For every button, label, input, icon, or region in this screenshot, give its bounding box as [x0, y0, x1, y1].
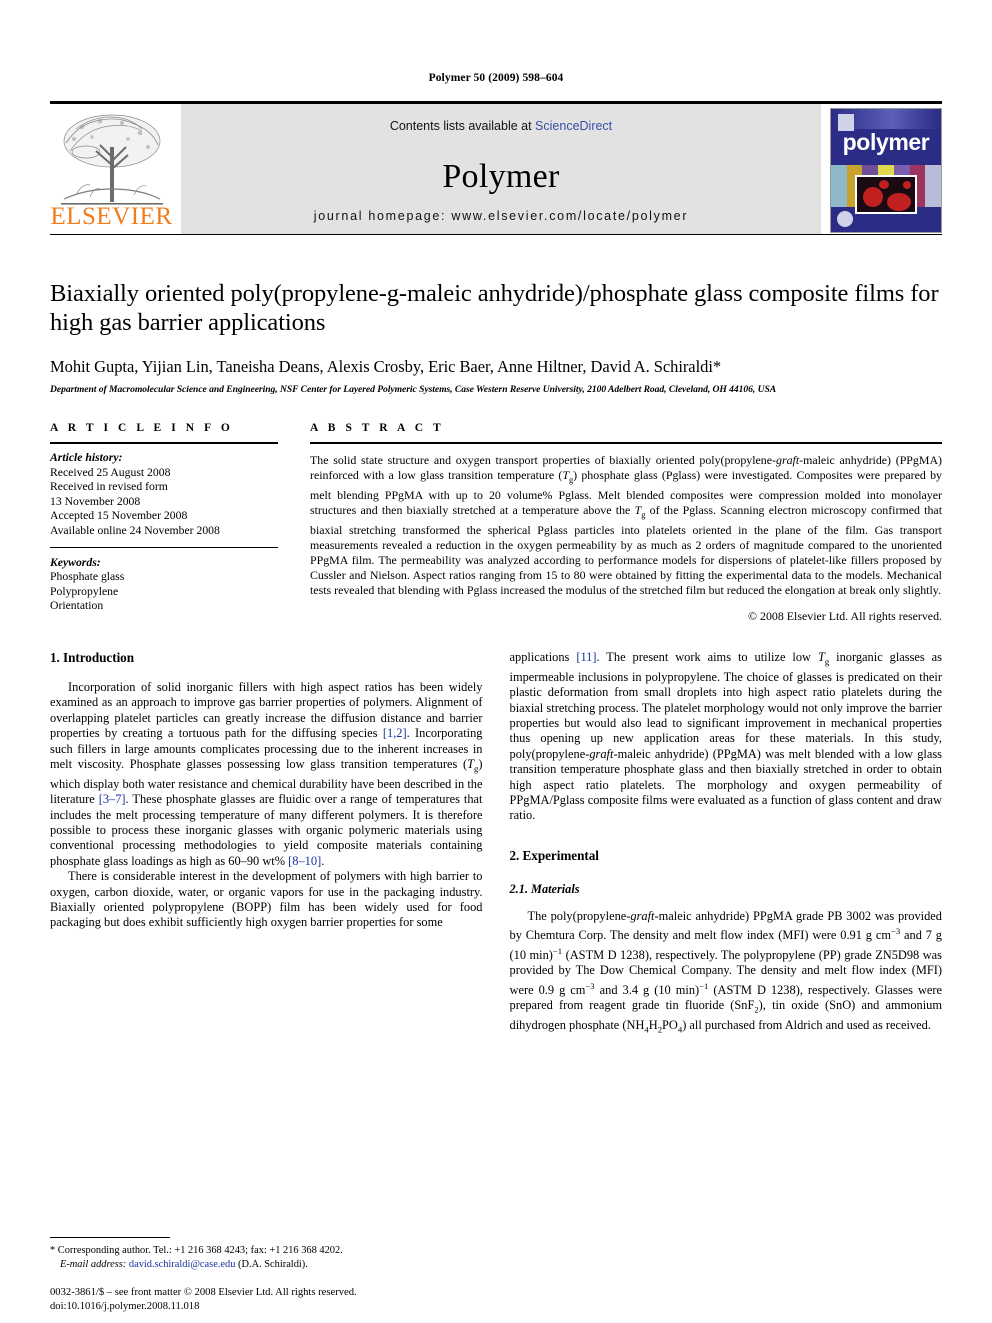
- para-part: ) all purchased from Aldrich and used as…: [682, 1018, 931, 1033]
- abstract-copyright: © 2008 Elsevier Ltd. All rights reserved…: [748, 608, 942, 623]
- exponent: −3: [585, 980, 595, 991]
- article-history-block: Article history: Received 25 August 2008…: [50, 451, 278, 539]
- running-head: Polymer 50 (2009) 598–604: [428, 72, 564, 84]
- citation-ref[interactable]: [1,2]: [383, 726, 407, 740]
- keyword-item: Orientation: [50, 599, 104, 613]
- email-suffix: (D.A. Schiraldi).: [235, 1258, 308, 1270]
- abstract-part: of the Pglass. Scanning electron microsc…: [310, 503, 943, 597]
- article-body: 1. Introduction Incorporation of solid i…: [50, 650, 942, 1080]
- affiliation: Department of Macromolecular Science and…: [50, 384, 777, 395]
- contents-lists-text: Contents lists available at: [389, 119, 536, 133]
- citation-ref[interactable]: [3–7]: [99, 792, 126, 806]
- history-item: Received 25 August 2008: [50, 465, 171, 479]
- graft-italic: graft: [589, 746, 614, 761]
- journal-homepage-url[interactable]: journal homepage: www.elsevier.com/locat…: [314, 209, 688, 223]
- keywords-label: Keywords:: [50, 555, 101, 569]
- subsection-heading-materials: 2.1. Materials: [509, 881, 580, 896]
- author-list: Mohit Gupta, Yijian Lin, Taneisha Deans,…: [50, 357, 722, 376]
- journal-masthead: ELSEVIER Contents lists available at Sci…: [50, 101, 942, 234]
- para-part: PO: [662, 1018, 678, 1033]
- exponent: −1: [552, 945, 563, 956]
- section-heading-introduction: 1. Introduction: [50, 649, 135, 665]
- tg-symbol: T: [467, 756, 475, 771]
- abstract-text: The solid state structure and oxygen tra…: [310, 453, 942, 598]
- article-info-heading: A R T I C L E I N F O: [50, 422, 234, 434]
- contents-lists-line: Contents lists available at ScienceDirec…: [390, 119, 612, 133]
- intro-paragraph-3: applications [11]. The present work aims…: [510, 650, 943, 824]
- imprint-block: 0032-3861/$ – see front matter © 2008 El…: [50, 1286, 500, 1313]
- para-part: and 3.4 g (10 min): [594, 982, 700, 997]
- page-title: Biaxially oriented poly(propylene-g-male…: [50, 280, 939, 336]
- elsevier-tree-icon: [56, 107, 168, 207]
- body-column-left: 1. Introduction Incorporation of solid i…: [50, 650, 483, 1080]
- elsevier-logo: ELSEVIER: [50, 104, 173, 234]
- tg-symbol: T: [817, 649, 825, 664]
- exponent: −3: [890, 926, 901, 937]
- article-info-column: A R T I C L E I N F O Article history: R…: [50, 422, 278, 624]
- email-link[interactable]: david.schiraldi@case.edu: [129, 1259, 236, 1270]
- issn-copyright-line: 0032-3861/$ – see front matter © 2008 El…: [50, 1287, 357, 1299]
- exponent: −1: [699, 980, 709, 991]
- history-item: 13 November 2008: [50, 494, 141, 508]
- intro-paragraph-2: There is considerable interest in the de…: [50, 869, 483, 930]
- history-item: Received in revised form: [50, 480, 168, 494]
- corresponding-author-footnote: * Corresponding author. Tel.: +1 216 368…: [50, 1237, 484, 1271]
- para-part: applications: [509, 649, 577, 664]
- doi-line[interactable]: doi:10.1016/j.polymer.2008.11.018: [50, 1300, 500, 1313]
- sciencedirect-link[interactable]: ScienceDirect: [535, 119, 612, 133]
- article-info-rule: [50, 442, 278, 444]
- abstract-column: A B S T R A C T The solid state structur…: [310, 422, 942, 624]
- cover-badge-icon: [837, 211, 853, 227]
- abstract-graft-italic: graft: [776, 453, 800, 467]
- article-history-label: Article history:: [50, 451, 123, 464]
- cover-inset-image: [855, 175, 917, 214]
- citation-ref[interactable]: [8–10]: [288, 854, 321, 868]
- keyword-item: Polypropylene: [50, 584, 119, 598]
- para-part: .: [321, 853, 325, 868]
- para-part: inorganic glasses as impermeable inclusi…: [509, 649, 943, 761]
- graft-italic: graft: [630, 908, 655, 923]
- materials-paragraph: The poly(propylene-graft-maleic anhydrid…: [510, 909, 943, 1038]
- citation-ref[interactable]: [11]: [576, 650, 596, 664]
- keyword-item: Phosphate glass: [50, 570, 125, 584]
- intro-paragraph-1: Incorporation of solid inorganic fillers…: [50, 680, 483, 869]
- abstract-rule: [310, 442, 942, 444]
- body-column-right: applications [11]. The present work aims…: [510, 650, 943, 1080]
- masthead-bottom-rule: [50, 234, 942, 235]
- history-item: Available online 24 November 2008: [50, 523, 220, 537]
- journal-cover-thumbnail[interactable]: polymer: [830, 108, 942, 233]
- elsevier-wordmark: ELSEVIER: [50, 203, 173, 230]
- cover-journal-name: polymer: [842, 129, 930, 155]
- footnote-corresponding-line: * Corresponding author. Tel.: +1 216 368…: [50, 1245, 343, 1257]
- section-heading-experimental: 2. Experimental: [509, 847, 599, 863]
- history-item: Accepted 15 November 2008: [50, 509, 188, 523]
- footnote-email-line: E-mail address: david.schiraldi@case.edu…: [50, 1258, 484, 1271]
- abstract-heading: A B S T R A C T: [310, 422, 445, 434]
- para-part: The poly(propylene-: [527, 908, 631, 923]
- para-part: H: [648, 1018, 658, 1033]
- para-part: . The present work aims to utilize low: [596, 649, 818, 664]
- keywords-block: Keywords: Phosphate glass Polypropylene …: [50, 546, 278, 614]
- footnote-rule: [50, 1237, 170, 1239]
- tg-symbol: T: [562, 467, 569, 482]
- journal-banner: Contents lists available at ScienceDirec…: [181, 104, 821, 234]
- info-abstract-row: A R T I C L E I N F O Article history: R…: [50, 422, 942, 624]
- abstract-part: The solid state structure and oxygen tra…: [310, 453, 776, 467]
- email-label: E-mail address:: [60, 1258, 127, 1270]
- journal-title: Polymer: [442, 158, 560, 195]
- article-page: Polymer 50 (2009) 598–604 ELSEVIER Conte…: [0, 0, 992, 1323]
